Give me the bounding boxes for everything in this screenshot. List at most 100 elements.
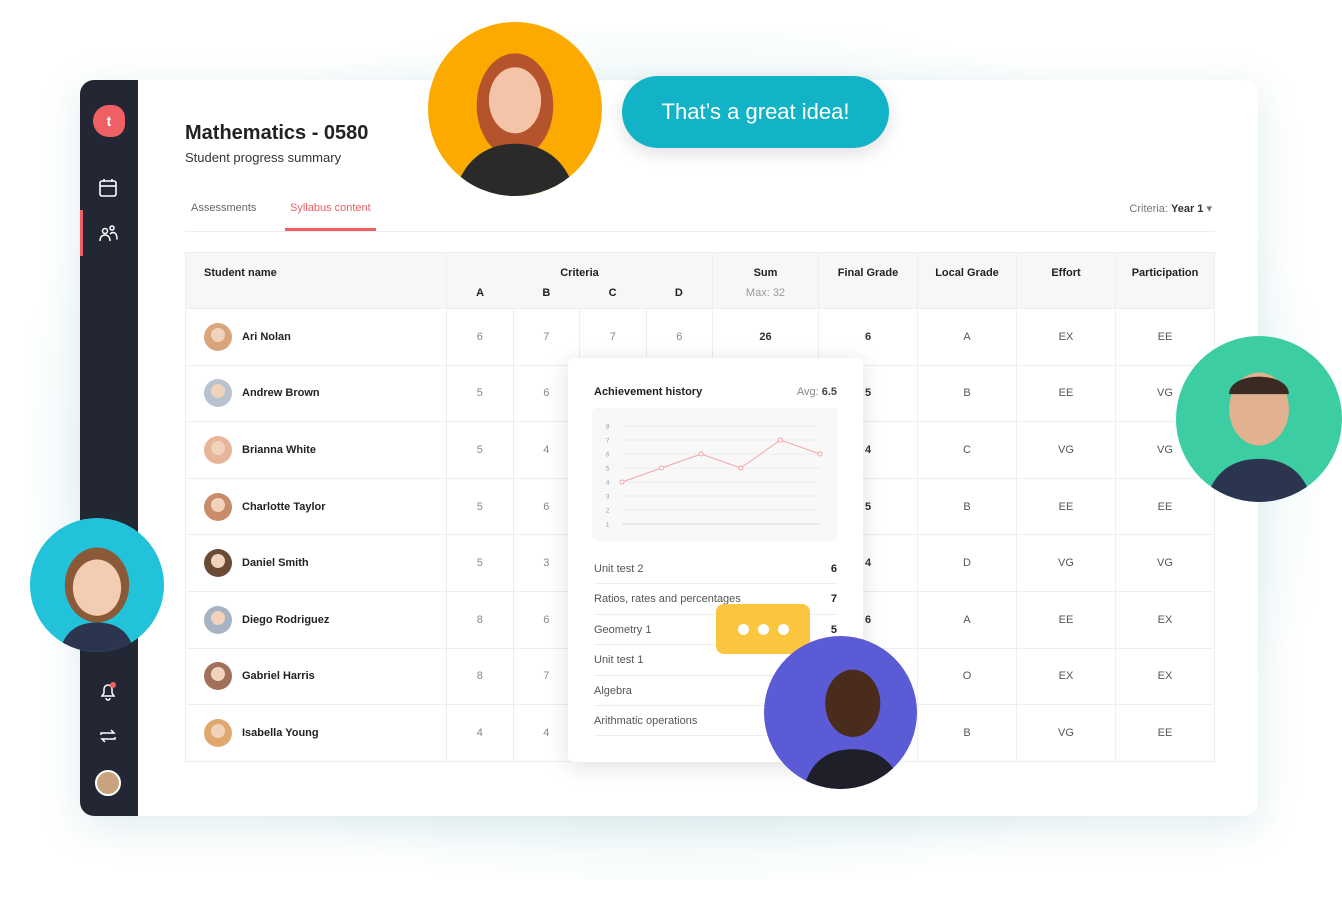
student-name-cell[interactable]: Daniel Smith bbox=[185, 534, 447, 592]
active-indicator bbox=[80, 210, 83, 256]
y-tick-label: 4 bbox=[606, 481, 610, 487]
y-tick-label: 7 bbox=[606, 439, 610, 445]
avatar-teacher-woman bbox=[428, 22, 602, 196]
student-avatar bbox=[204, 549, 232, 578]
local-grade-cell: C bbox=[917, 421, 1017, 479]
local-grade-cell: A bbox=[917, 590, 1017, 649]
data-point[interactable] bbox=[619, 479, 625, 485]
page-subtitle: Student progress summary bbox=[185, 150, 342, 165]
student-name-cell[interactable]: Diego Rodriguez bbox=[185, 590, 447, 649]
data-point[interactable] bbox=[777, 437, 783, 443]
student-name: Charlotte Taylor bbox=[242, 500, 326, 513]
local-grade-cell: B bbox=[917, 704, 1017, 762]
popover-title: Achievement history bbox=[594, 386, 703, 398]
y-tick-label: 1 bbox=[606, 523, 610, 529]
student-name-cell[interactable]: Isabella Young bbox=[185, 704, 447, 762]
profile-avatar[interactable] bbox=[95, 770, 121, 796]
users-icon[interactable] bbox=[97, 222, 119, 244]
criteria-a-cell: 6 bbox=[446, 308, 514, 366]
header-student-name[interactable]: Student name bbox=[185, 252, 447, 309]
criteria-a-cell: 8 bbox=[446, 647, 514, 706]
app-logo[interactable]: t bbox=[93, 105, 125, 137]
y-tick-label: 2 bbox=[606, 509, 610, 515]
effort-cell: EX bbox=[1016, 308, 1116, 366]
criteria-c: C bbox=[608, 287, 617, 299]
calendar-icon[interactable] bbox=[97, 177, 119, 199]
data-point[interactable] bbox=[698, 451, 704, 457]
tab-bar: Assessments Syllabus content bbox=[185, 198, 1215, 232]
data-point[interactable] bbox=[817, 451, 823, 457]
criteria-c-cell: 7 bbox=[579, 308, 647, 366]
history-label: Unit test 1 bbox=[594, 654, 644, 667]
participation-cell: EE bbox=[1115, 477, 1215, 536]
student-name-cell[interactable]: Andrew Brown bbox=[185, 364, 447, 423]
criteria-dropdown[interactable]: Criteria: Year 1 ▾ bbox=[1129, 202, 1212, 215]
sync-icon[interactable] bbox=[97, 725, 119, 747]
criteria-label: Criteria: bbox=[1129, 203, 1168, 215]
tab-syllabus-content[interactable]: Syllabus content bbox=[285, 202, 376, 231]
history-label: Algebra bbox=[594, 684, 632, 697]
header-participation: Participation bbox=[1115, 252, 1215, 309]
criteria-a-cell: 5 bbox=[446, 364, 514, 423]
bell-icon[interactable] bbox=[97, 680, 119, 702]
criteria-d-cell: 6 bbox=[645, 308, 713, 366]
chat-bubble: That’s a great idea! bbox=[622, 76, 889, 148]
avatar-student-man bbox=[764, 636, 917, 789]
student-name-cell[interactable]: Gabriel Harris bbox=[185, 647, 447, 706]
local-grade-cell: D bbox=[917, 534, 1017, 592]
data-point[interactable] bbox=[738, 465, 744, 471]
criteria-a-cell: 5 bbox=[446, 421, 514, 479]
sum-max: Max: 32 bbox=[745, 287, 786, 299]
sum-cell: 26 bbox=[712, 308, 819, 366]
history-label: Unit test 2 bbox=[594, 563, 644, 575]
participation-cell: EX bbox=[1115, 590, 1215, 649]
student-name-cell[interactable]: Charlotte Taylor bbox=[185, 477, 447, 536]
chevron-down-icon: ▾ bbox=[1206, 203, 1212, 215]
participation-cell: VG bbox=[1115, 534, 1215, 592]
criteria-b: B bbox=[542, 287, 551, 299]
local-grade-cell: O bbox=[917, 647, 1017, 706]
effort-cell: EE bbox=[1016, 477, 1116, 536]
student-name-cell[interactable]: Ari Nolan bbox=[185, 308, 447, 366]
effort-cell: EE bbox=[1016, 364, 1116, 423]
page-title: Mathematics - 0580 bbox=[185, 122, 369, 144]
avatar-student-girl bbox=[30, 518, 164, 652]
student-name: Brianna White bbox=[242, 443, 316, 456]
effort-cell: VG bbox=[1016, 534, 1116, 592]
student-name-cell[interactable]: Brianna White bbox=[185, 421, 447, 479]
local-grade-cell: B bbox=[917, 477, 1017, 536]
table-row[interactable]: Ari Nolan 6 7 7 6 26 6 A EX EE bbox=[185, 308, 1215, 366]
student-name: Andrew Brown bbox=[242, 387, 320, 400]
header-criteria: Criteria A B C D bbox=[446, 252, 713, 309]
student-name: Isabella Young bbox=[242, 726, 319, 739]
history-score: 7 bbox=[830, 593, 837, 606]
effort-cell: VG bbox=[1016, 421, 1116, 479]
avg-label: Avg: bbox=[796, 386, 819, 398]
criteria-a-cell: 4 bbox=[446, 704, 514, 762]
criteria-title: Criteria bbox=[560, 267, 599, 279]
header-local-grade: Local Grade bbox=[917, 252, 1017, 309]
final-grade-cell: 6 bbox=[818, 308, 918, 366]
student-name: Diego Rodriguez bbox=[242, 613, 330, 626]
history-score: 6 bbox=[830, 563, 837, 575]
criteria-d: D bbox=[674, 287, 683, 299]
criteria-a-cell: 8 bbox=[446, 590, 514, 649]
effort-cell: EE bbox=[1016, 590, 1116, 649]
y-tick-label: 3 bbox=[606, 495, 610, 501]
tab-assessments[interactable]: Assessments bbox=[191, 202, 256, 228]
effort-cell: VG bbox=[1016, 704, 1116, 762]
local-grade-cell: B bbox=[917, 364, 1017, 423]
participation-cell: EX bbox=[1115, 647, 1215, 706]
student-avatar bbox=[204, 379, 232, 408]
y-tick-label: 8 bbox=[606, 425, 610, 431]
sum-title: Sum bbox=[753, 267, 778, 279]
history-item[interactable]: Unit test 2 6 bbox=[594, 554, 837, 585]
y-tick-label: 5 bbox=[606, 467, 610, 473]
avatar-student-boy bbox=[1176, 336, 1342, 502]
data-point[interactable] bbox=[659, 465, 665, 471]
criteria-a: A bbox=[476, 287, 485, 299]
student-avatar bbox=[204, 718, 232, 747]
series-line bbox=[621, 439, 821, 483]
criteria-a-cell: 5 bbox=[446, 534, 514, 592]
student-avatar bbox=[204, 492, 232, 521]
